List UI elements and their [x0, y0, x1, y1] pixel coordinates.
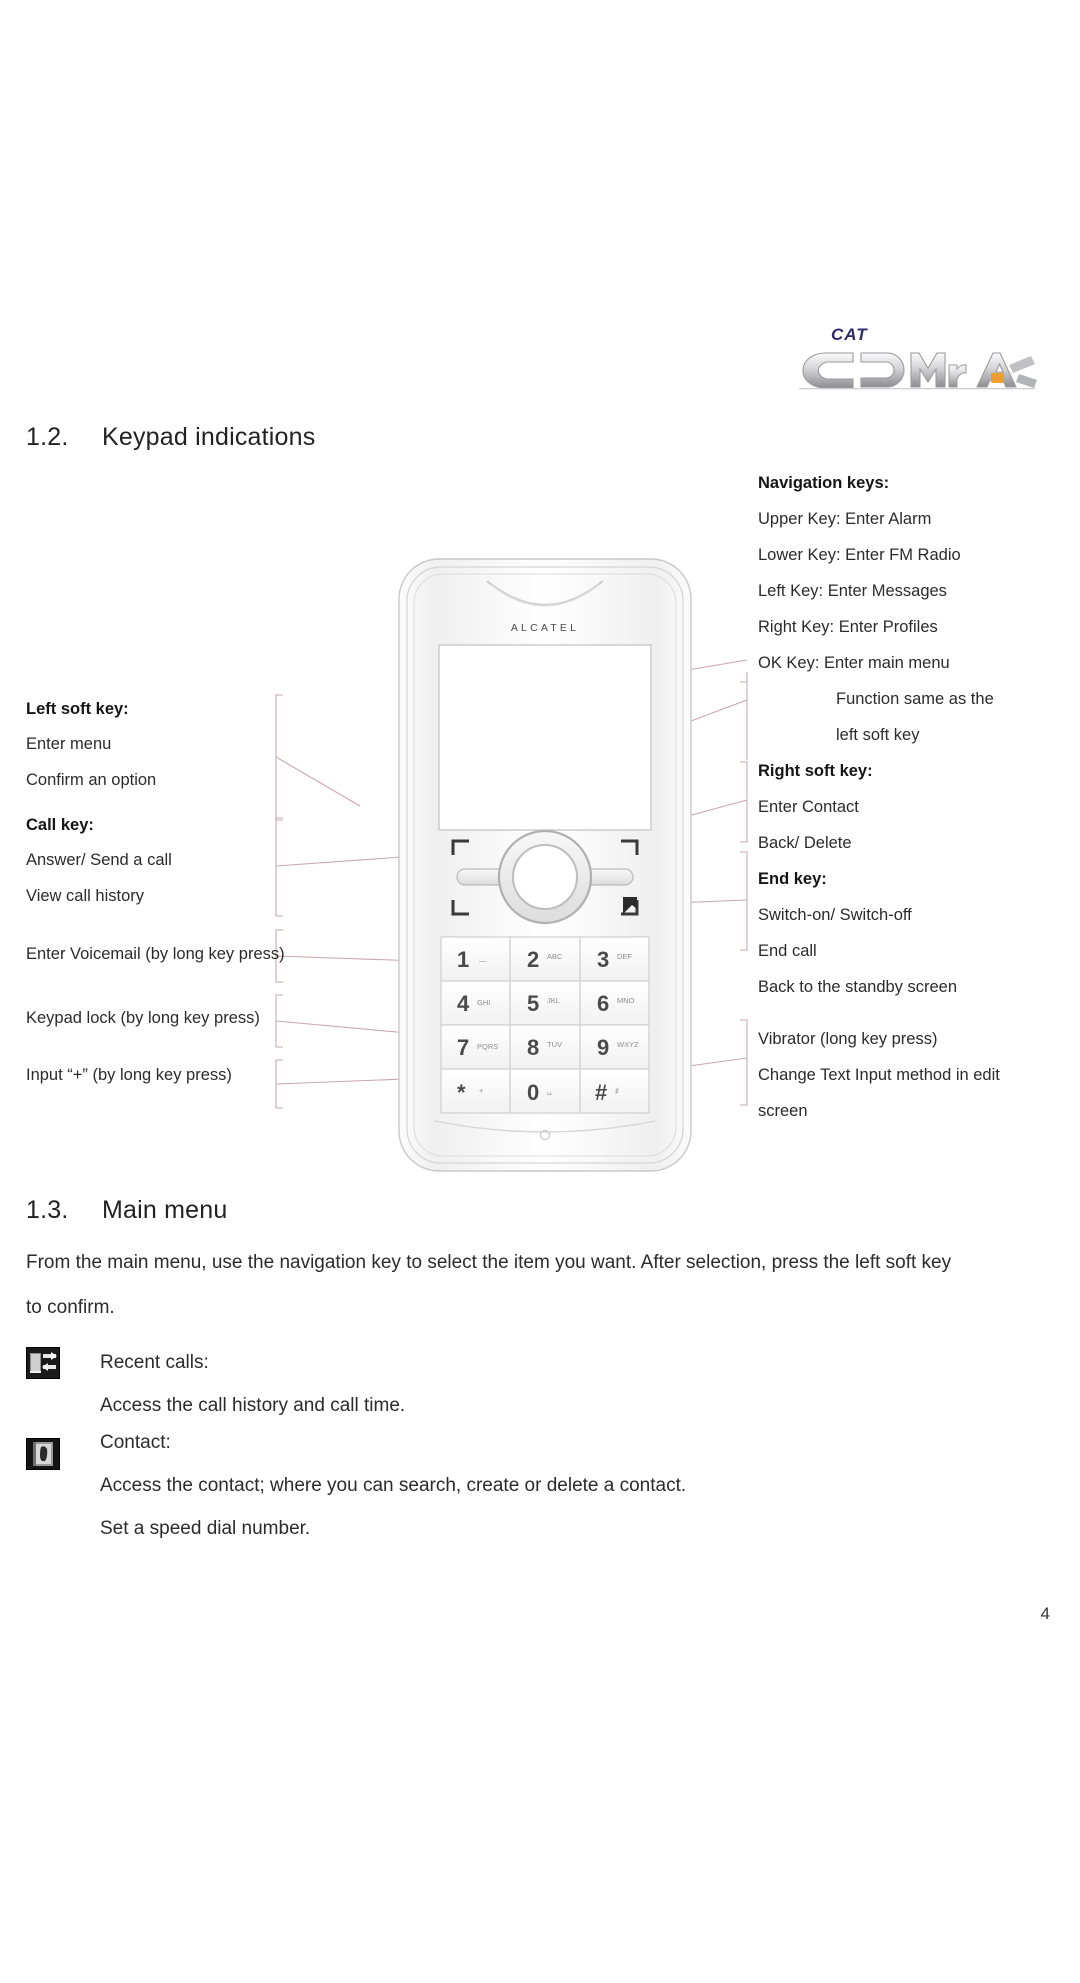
label-text-input-cont: screen — [758, 1102, 808, 1120]
main-menu-intro-line-1: From the main menu, use the navigation k… — [26, 1252, 952, 1273]
label-input-plus: Input “+” (by long key press) — [26, 1066, 232, 1084]
label-end-key-line-2: End call — [758, 942, 817, 960]
svg-text:#: # — [595, 1080, 607, 1105]
svg-text:9: 9 — [597, 1035, 609, 1060]
svg-text:2: 2 — [527, 947, 539, 972]
label-navigation-key-ok: OK Key: Enter main menu — [758, 654, 950, 672]
label-navigation-keys-heading: Navigation keys: — [758, 474, 890, 492]
svg-text:ALCATEL: ALCATEL — [511, 622, 579, 634]
svg-text:GHI: GHI — [477, 998, 490, 1007]
svg-text:6: 6 — [597, 991, 609, 1016]
svg-text:♯: ♯ — [615, 1086, 619, 1095]
document-page: CAT 1.2. Keypad indications ALCATEL 1 2 … — [0, 0, 1080, 1983]
svg-text:MNO: MNO — [617, 996, 635, 1005]
svg-text:WXYZ: WXYZ — [617, 1040, 639, 1049]
label-right-soft-key-line-1: Enter Contact — [758, 798, 859, 816]
label-left-soft-key-line-1: Enter menu — [26, 735, 112, 753]
svg-text:0: 0 — [527, 1080, 539, 1105]
section-title-keypad: Keypad indications — [102, 423, 316, 451]
svg-text:␣: ␣ — [547, 1086, 552, 1095]
svg-text:ABC: ABC — [547, 952, 563, 961]
label-left-soft-key-heading: Left soft key: — [26, 700, 129, 718]
label-right-soft-key-line-2: Back/ Delete — [758, 834, 852, 852]
svg-text:1: 1 — [457, 947, 469, 972]
label-left-soft-key-line-2: Confirm an option — [26, 771, 157, 789]
label-navigation-key-right: Right Key: Enter Profiles — [758, 618, 938, 636]
recent-calls-icon — [26, 1347, 60, 1379]
label-right-soft-key-heading: Right soft key: — [758, 762, 873, 780]
svg-text:8: 8 — [527, 1035, 539, 1060]
main-menu-item-1-title: Recent calls: — [100, 1352, 209, 1373]
svg-text:4: 4 — [457, 991, 470, 1016]
label-keypad-lock: Keypad lock (by long key press) — [26, 1009, 260, 1027]
phone-illustration: ALCATEL 1 2 3 4 5 6 7 8 9 * 0 # — ABC DE… — [395, 555, 695, 1175]
svg-text:+: + — [479, 1086, 484, 1095]
section-heading-keypad: 1.2. Keypad indications — [26, 423, 315, 452]
label-voicemail: Enter Voicemail (by long key press) — [26, 945, 285, 963]
label-navigation-key-lower: Lower Key: Enter FM Radio — [758, 546, 961, 564]
main-menu-item-2-desc-2: Set a speed dial number. — [100, 1518, 311, 1539]
main-menu-item-2-title: Contact: — [100, 1432, 171, 1453]
label-navigation-key-ok-cont-1: Function same as the — [836, 690, 994, 708]
svg-text:5: 5 — [527, 991, 539, 1016]
label-end-key-heading: End key: — [758, 870, 827, 888]
svg-text:7: 7 — [457, 1035, 469, 1060]
section-number-main-menu: 1.3. — [26, 1196, 69, 1224]
section-number-keypad: 1.2. — [26, 423, 69, 451]
page-number: 4 — [1040, 1604, 1050, 1623]
label-text-input: Change Text Input method in edit — [758, 1066, 1000, 1084]
contact-icon — [26, 1438, 60, 1470]
label-call-key-line-1: Answer/ Send a call — [26, 851, 172, 869]
label-navigation-key-ok-cont-2: left soft key — [836, 726, 920, 744]
section-heading-main-menu: 1.3. Main menu — [26, 1196, 227, 1225]
svg-text:TUV: TUV — [547, 1040, 562, 1049]
svg-text:*: * — [457, 1080, 466, 1105]
label-call-key-line-2: View call history — [26, 887, 144, 905]
label-end-key-line-1: Switch-on/ Switch-off — [758, 906, 912, 924]
label-end-key-line-3: Back to the standby screen — [758, 978, 958, 996]
main-menu-intro-line-2: to confirm. — [26, 1297, 115, 1318]
svg-text:DEF: DEF — [617, 952, 632, 961]
label-navigation-key-left: Left Key: Enter Messages — [758, 582, 947, 600]
svg-text:—: — — [479, 956, 487, 965]
label-navigation-key-upper: Upper Key: Enter Alarm — [758, 510, 932, 528]
svg-text:JKL: JKL — [547, 996, 560, 1005]
svg-text:PQRS: PQRS — [477, 1042, 498, 1051]
svg-text:CAT: CAT — [831, 325, 868, 344]
label-vibrator: Vibrator (long key press) — [758, 1030, 938, 1048]
main-menu-item-2-desc-1: Access the contact; where you can search… — [100, 1475, 687, 1496]
section-title-main-menu: Main menu — [102, 1196, 228, 1224]
cat-cdma-logo: CAT — [795, 318, 1045, 390]
label-call-key-heading: Call key: — [26, 816, 94, 834]
svg-text:3: 3 — [597, 947, 609, 972]
